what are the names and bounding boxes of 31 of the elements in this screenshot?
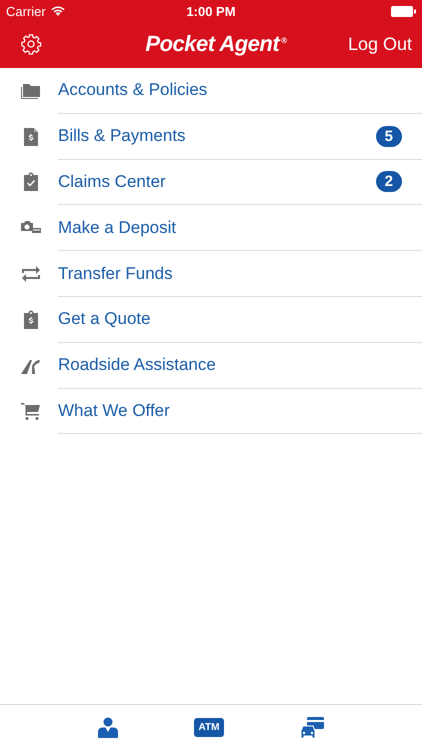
atm-tab[interactable]: ATM [190, 714, 228, 741]
menu-item[interactable]: What We Offer [0, 388, 422, 434]
cart-icon [20, 401, 42, 422]
menu-item[interactable]: Bills & Payments 5 [0, 114, 422, 160]
battery-icon [390, 6, 416, 16]
count-badge: 5 [376, 126, 402, 147]
menu-item-label: What We Offer [58, 400, 170, 421]
app-logo: Pocket Agent$^{®}$ [145, 31, 287, 57]
menu-item[interactable]: Accounts & Policies [0, 68, 422, 114]
menu-item-label: Get a Quote [58, 309, 151, 330]
carrier-text: Carrier [6, 4, 46, 18]
log-out-button[interactable]: Log Out [332, 34, 412, 54]
menu-item-label: Accounts & Policies [58, 80, 208, 100]
menu-item[interactable]: Make a Deposit [0, 205, 422, 252]
settings-icon [20, 33, 42, 55]
atm-icon: ATM [194, 718, 224, 737]
car-and-card-icon [300, 716, 324, 738]
menu-item[interactable]: Claims Center 2 [0, 160, 422, 206]
menu-item-label: Roadside Assistance [58, 355, 216, 376]
count-badge: 2 [376, 171, 402, 192]
menu-item[interactable]: Transfer Funds [0, 251, 422, 297]
person-icon [98, 716, 118, 738]
menu-item[interactable]: Get a Quote [0, 296, 422, 343]
menu-item-label: Bills & Payments [58, 126, 186, 146]
status-time: 1:00 PM [186, 4, 236, 18]
wifi-icon [50, 6, 65, 16]
menu-item[interactable]: Roadside Assistance [0, 342, 422, 389]
menu-item-label: Make a Deposit [58, 218, 176, 238]
transfer-arrows-icon [20, 264, 42, 284]
menu-item-label: Transfer Funds [58, 264, 173, 284]
menu-item-label: Claims Center [58, 172, 166, 192]
